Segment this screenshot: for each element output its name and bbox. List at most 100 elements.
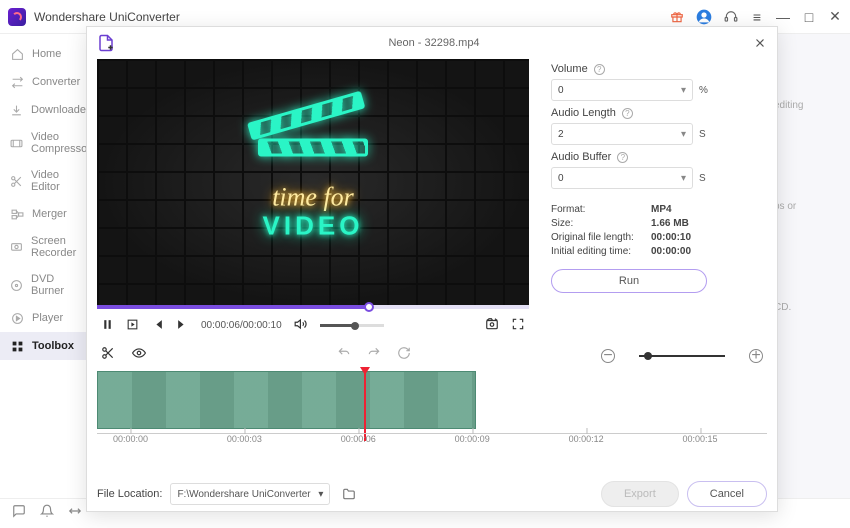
app-logo-icon bbox=[8, 8, 26, 26]
format-value: MP4 bbox=[651, 204, 672, 215]
help-icon[interactable]: ? bbox=[622, 108, 633, 119]
merger-icon bbox=[10, 207, 24, 221]
headset-icon[interactable] bbox=[724, 10, 738, 24]
seek-bar[interactable] bbox=[97, 305, 529, 309]
sidebar-item-merger[interactable]: Merger bbox=[0, 200, 95, 228]
sidebar-item-label: Player bbox=[32, 312, 63, 324]
sidebar-item-label: Screen Recorder bbox=[31, 235, 85, 259]
snapshot-icon[interactable] bbox=[485, 317, 499, 334]
download-icon bbox=[10, 103, 23, 117]
chevron-down-icon: ▾ bbox=[318, 489, 323, 500]
zoom-in-button[interactable]: + bbox=[749, 349, 763, 363]
refresh-icon[interactable] bbox=[397, 346, 411, 365]
sidebar-item-editor[interactable]: Video Editor bbox=[0, 162, 95, 200]
format-label: Format: bbox=[551, 204, 651, 215]
volume-icon[interactable] bbox=[294, 317, 308, 334]
chevron-down-icon: ▾ bbox=[681, 173, 686, 184]
time-display: 00:00:06/00:00:10 bbox=[201, 320, 282, 331]
open-folder-button[interactable] bbox=[338, 484, 360, 504]
play-icon bbox=[10, 311, 24, 325]
fullscreen-icon[interactable] bbox=[511, 317, 525, 334]
sidebar-item-label: Video Compressor bbox=[31, 131, 91, 155]
video-clip[interactable] bbox=[97, 371, 476, 429]
sidebar-item-player[interactable]: Player bbox=[0, 304, 95, 332]
help-icon[interactable]: ? bbox=[617, 152, 628, 163]
volume-label: Volume bbox=[551, 63, 588, 75]
eye-icon[interactable] bbox=[131, 346, 147, 365]
prev-button[interactable] bbox=[151, 318, 164, 334]
sidebar-item-dvd[interactable]: DVD Burner bbox=[0, 266, 95, 304]
sidebar-item-label: Downloader bbox=[31, 104, 90, 116]
background-hints: editing ps or CD. bbox=[774, 100, 834, 313]
run-button[interactable]: Run bbox=[551, 269, 707, 293]
next-button[interactable] bbox=[176, 318, 189, 334]
tick: 00:00:00 bbox=[113, 434, 148, 444]
tick: 00:00:09 bbox=[455, 434, 490, 444]
settings-panel: Volume? 0▾% Audio Length? 2▾S Audio Buff… bbox=[547, 59, 767, 338]
timeline-ruler: 00:00:00 00:00:03 00:00:06 00:00:09 00:0… bbox=[97, 433, 767, 434]
sidebar-item-toolbox[interactable]: Toolbox bbox=[0, 332, 95, 360]
sidebar-item-recorder[interactable]: Screen Recorder bbox=[0, 228, 95, 266]
modal-footer: File Location: F:\Wondershare UniConvert… bbox=[87, 475, 777, 511]
close-icon[interactable] bbox=[753, 36, 767, 50]
file-location-select[interactable]: F:\Wondershare UniConverter▾ bbox=[170, 483, 330, 505]
sidebar-item-label: Converter bbox=[32, 76, 80, 88]
menu-icon[interactable]: ≡ bbox=[750, 9, 764, 25]
gift-icon[interactable] bbox=[670, 10, 684, 24]
sidebar-item-converter[interactable]: Converter bbox=[0, 68, 95, 96]
transfer-icon[interactable] bbox=[68, 504, 82, 523]
timeline-toolbar: − + bbox=[97, 338, 767, 371]
minimize-icon[interactable]: — bbox=[776, 9, 790, 25]
audio-length-unit: S bbox=[699, 129, 706, 140]
audio-length-label: Audio Length bbox=[551, 107, 616, 119]
player-controls: 00:00:06/00:00:10 bbox=[97, 309, 529, 338]
chevron-down-icon: ▾ bbox=[681, 129, 686, 140]
volume-select[interactable]: 0▾ bbox=[551, 79, 693, 101]
tick: 00:00:06 bbox=[341, 434, 376, 444]
volume-slider[interactable] bbox=[320, 324, 384, 327]
zoom-slider[interactable] bbox=[639, 355, 725, 357]
maximize-icon[interactable]: □ bbox=[802, 9, 816, 25]
add-file-icon[interactable] bbox=[97, 34, 115, 52]
audio-buffer-label: Audio Buffer bbox=[551, 151, 611, 163]
audio-buffer-select[interactable]: 0▾ bbox=[551, 167, 693, 189]
cancel-button[interactable]: Cancel bbox=[687, 481, 767, 507]
undo-icon[interactable] bbox=[337, 346, 351, 365]
sidebar-item-downloader[interactable]: Downloader bbox=[0, 96, 95, 124]
sidebar: Home Converter Downloader Video Compress… bbox=[0, 34, 96, 498]
converter-icon bbox=[10, 75, 24, 89]
file-location-label: File Location: bbox=[97, 488, 162, 500]
tick: 00:00:12 bbox=[569, 434, 604, 444]
redo-icon[interactable] bbox=[367, 346, 381, 365]
modal-header: Neon - 32298.mp4 bbox=[87, 27, 777, 59]
compressor-icon bbox=[10, 136, 23, 150]
size-value: 1.66 MB bbox=[651, 218, 689, 229]
timeline[interactable]: 00:00:00 00:00:03 00:00:06 00:00:09 00:0… bbox=[97, 371, 767, 461]
bell-icon[interactable] bbox=[40, 504, 54, 523]
size-label: Size: bbox=[551, 218, 651, 229]
video-preview[interactable]: time for VIDEO bbox=[97, 59, 529, 305]
cut-icon[interactable] bbox=[101, 346, 115, 365]
sidebar-item-label: Home bbox=[32, 48, 61, 60]
sidebar-item-home[interactable]: Home bbox=[0, 40, 95, 68]
export-button[interactable]: Export bbox=[601, 481, 679, 507]
user-avatar-icon[interactable] bbox=[696, 9, 712, 25]
sidebar-item-label: Merger bbox=[32, 208, 67, 220]
close-window-icon[interactable]: ✕ bbox=[828, 8, 842, 25]
sidebar-item-label: DVD Burner bbox=[31, 273, 85, 297]
recorder-icon bbox=[10, 240, 23, 254]
sidebar-item-compressor[interactable]: Video Compressor bbox=[0, 124, 95, 162]
app-title: Wondershare UniConverter bbox=[34, 10, 670, 24]
scissors-icon bbox=[10, 174, 23, 188]
feedback-icon[interactable] bbox=[12, 504, 26, 523]
origlen-label: Original file length: bbox=[551, 232, 651, 243]
zoom-out-button[interactable]: − bbox=[601, 349, 615, 363]
origlen-value: 00:00:10 bbox=[651, 232, 691, 243]
stop-button[interactable] bbox=[126, 318, 139, 334]
help-icon[interactable]: ? bbox=[594, 64, 605, 75]
pause-button[interactable] bbox=[101, 318, 114, 334]
edittime-value: 00:00:00 bbox=[651, 246, 691, 257]
tick: 00:00:15 bbox=[682, 434, 717, 444]
toolbox-icon bbox=[10, 339, 24, 353]
audio-length-select[interactable]: 2▾ bbox=[551, 123, 693, 145]
